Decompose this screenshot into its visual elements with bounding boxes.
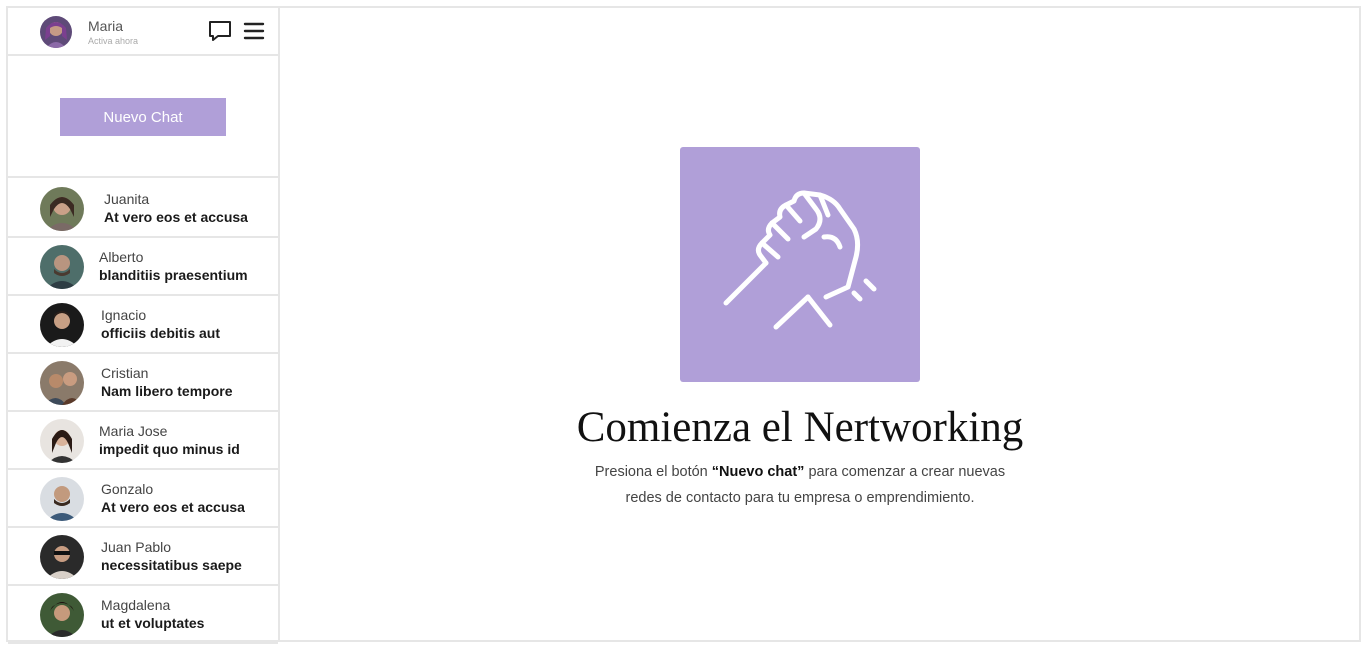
chat-bubble-icon[interactable] bbox=[208, 19, 232, 43]
user-avatar[interactable] bbox=[40, 16, 72, 48]
sidebar: Maria Activa ahora Nuevo Chat Juanita At… bbox=[8, 8, 280, 644]
avatar bbox=[40, 245, 84, 289]
chat-contact-name: Alberto bbox=[99, 249, 144, 265]
avatar bbox=[40, 303, 84, 347]
avatar bbox=[40, 361, 84, 405]
hamburger-menu-icon[interactable] bbox=[242, 19, 266, 43]
handshake-icon bbox=[723, 190, 877, 330]
avatar bbox=[40, 593, 84, 637]
chat-contact-name: Ignacio bbox=[101, 307, 147, 323]
chat-last-message: blanditiis praesentium bbox=[99, 267, 248, 283]
chat-last-message: officiis debitis aut bbox=[101, 325, 221, 341]
chat-contact-name: Magdalena bbox=[101, 597, 171, 613]
chat-last-message: impedit quo minus id bbox=[99, 441, 240, 457]
chat-last-message: ut et voluptates bbox=[101, 615, 205, 631]
chat-list-item[interactable]: Cristian Nam libero tempore bbox=[8, 354, 278, 412]
chat-list-item[interactable]: Maria Jose impedit quo minus id bbox=[8, 412, 278, 470]
chat-last-message: Nam libero tempore bbox=[101, 383, 233, 399]
chat-contact-name: Gonzalo bbox=[101, 481, 154, 497]
profile-bar: Maria Activa ahora bbox=[8, 8, 278, 56]
new-chat-button[interactable]: Nuevo Chat bbox=[60, 98, 226, 136]
chat-list-item[interactable]: Gonzalo At vero eos et accusa bbox=[8, 470, 278, 528]
hero-desc-pre: Presiona el botón bbox=[594, 464, 712, 480]
chat-list-item[interactable]: Juanita At vero eos et accusa bbox=[8, 180, 278, 238]
avatar bbox=[40, 419, 84, 463]
main-panel: Comienza el Nertworking Presiona el botó… bbox=[280, 8, 1361, 640]
chat-list-item[interactable]: Magdalena ut et voluptates bbox=[8, 586, 278, 644]
chat-list-item[interactable]: Ignacio officiis debitis aut bbox=[8, 296, 278, 354]
chat-last-message: At vero eos et accusa bbox=[104, 209, 248, 225]
hero-description: Presiona el botón “Nuevo chat” para come… bbox=[280, 459, 1320, 511]
chat-last-message: At vero eos et accusa bbox=[101, 499, 245, 515]
avatar bbox=[40, 477, 84, 521]
avatar bbox=[40, 187, 84, 231]
chat-list-item[interactable]: Juan Pablo necessitatibus saepe bbox=[8, 528, 278, 586]
chat-list-item[interactable]: Alberto blanditiis praesentium bbox=[8, 238, 278, 296]
hero-desc-post: para comenzar a crear nuevas bbox=[804, 464, 1006, 480]
user-status: Activa ahora bbox=[88, 36, 139, 46]
chat-contact-name: Juan Pablo bbox=[101, 539, 172, 555]
user-name: Maria bbox=[88, 18, 124, 34]
hero-desc-bold: “Nuevo chat” bbox=[711, 464, 805, 480]
new-chat-area: Nuevo Chat bbox=[8, 58, 278, 178]
app-window: Maria Activa ahora Nuevo Chat Juanita At… bbox=[6, 6, 1361, 644]
hero-desc-line2: redes de contacto para tu empresa o empr… bbox=[625, 490, 975, 506]
chat-list: Juanita At vero eos et accusa Alberto bl… bbox=[8, 180, 278, 644]
hero-title: Comienza el Nertworking bbox=[576, 404, 1024, 451]
avatar bbox=[40, 535, 84, 579]
chat-last-message: necessitatibus saepe bbox=[101, 557, 242, 573]
chat-contact-name: Maria Jose bbox=[99, 423, 168, 439]
chat-contact-name: Juanita bbox=[104, 191, 150, 207]
hero-illustration bbox=[680, 147, 920, 382]
chat-contact-name: Cristian bbox=[101, 365, 149, 381]
